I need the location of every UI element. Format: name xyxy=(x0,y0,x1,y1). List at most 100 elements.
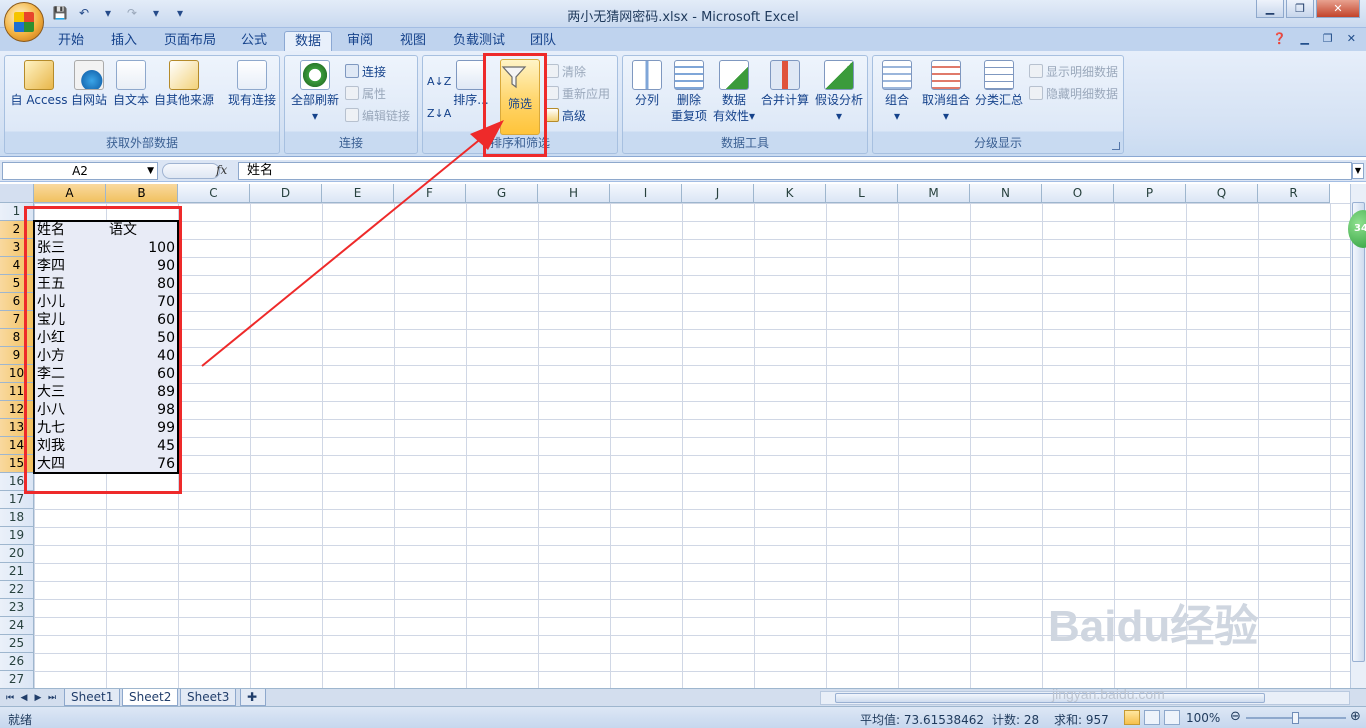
zoom-slider-knob[interactable] xyxy=(1292,712,1299,724)
prev-sheet-icon[interactable]: ◀ xyxy=(18,691,30,705)
hide-detail-button[interactable]: 隐藏明细数据 xyxy=(1029,84,1118,102)
row-header-26[interactable]: 26 xyxy=(0,653,34,671)
column-header-j[interactable]: J xyxy=(682,184,754,203)
column-header-b[interactable]: B xyxy=(106,184,178,203)
ribbon-tabs: 开始 插入 页面布局 公式 数据 审阅 视图 负载测试 团队 ❓ ▁ ❐ ✕ xyxy=(0,28,1366,52)
row-header-27[interactable]: 27 xyxy=(0,671,34,688)
group-button[interactable]: 组合 ▾ xyxy=(879,60,915,124)
row-header-22[interactable]: 22 xyxy=(0,581,34,599)
connections-button[interactable]: 连接 xyxy=(345,62,386,80)
first-sheet-icon[interactable]: ⏮ xyxy=(4,691,16,705)
row-header-23[interactable]: 23 xyxy=(0,599,34,617)
next-sheet-icon[interactable]: ▶ xyxy=(32,691,44,705)
office-button[interactable] xyxy=(4,2,44,42)
column-header-c[interactable]: C xyxy=(178,184,250,203)
row-header-19[interactable]: 19 xyxy=(0,527,34,545)
tab-data[interactable]: 数据 xyxy=(284,31,333,52)
ungroup-button[interactable]: 取消组合 ▾ xyxy=(917,60,975,124)
dialog-launcher-icon[interactable] xyxy=(1112,142,1120,150)
formula-input[interactable]: 姓名 xyxy=(238,162,1352,180)
column-header-r[interactable]: R xyxy=(1258,184,1330,203)
column-header-d[interactable]: D xyxy=(250,184,322,203)
zoom-level[interactable]: 100% xyxy=(1186,711,1220,725)
group-outline: 组合 ▾ 取消组合 ▾ 分类汇总 显示明细数据 隐藏明细数据 分级显示 xyxy=(872,55,1124,154)
row-header-20[interactable]: 20 xyxy=(0,545,34,563)
subtotal-button[interactable]: 分类汇总 xyxy=(973,60,1025,108)
ribbon-minimize-icon[interactable]: ▁ xyxy=(1300,32,1308,45)
insert-function-icon[interactable]: fx xyxy=(216,163,227,177)
column-header-e[interactable]: E xyxy=(322,184,394,203)
name-box[interactable]: A2 ▼ xyxy=(2,162,158,180)
column-header-f[interactable]: F xyxy=(394,184,466,203)
sort-desc-button[interactable]: Z↓A xyxy=(427,104,451,122)
formula-controls xyxy=(162,163,220,179)
zoom-out-icon[interactable]: ⊖ xyxy=(1230,709,1241,724)
remove-duplicates-button[interactable]: 删除 重复项 xyxy=(667,60,711,124)
chevron-down-icon: ▾ xyxy=(748,109,756,123)
close-button[interactable]: ✕ xyxy=(1316,0,1360,18)
tab-home[interactable]: 开始 xyxy=(48,31,94,52)
advanced-filter-button[interactable]: 高级 xyxy=(545,106,586,124)
data-validation-button[interactable]: 数据 有效性▾ xyxy=(711,60,757,124)
column-header-g[interactable]: G xyxy=(466,184,538,203)
ribbon-close-icon[interactable]: ✕ xyxy=(1347,32,1356,45)
column-header-a[interactable]: A xyxy=(34,184,106,203)
tab-view[interactable]: 视图 xyxy=(390,31,436,52)
sheet-tab-3[interactable]: Sheet3 xyxy=(180,689,237,706)
normal-view-button[interactable] xyxy=(1124,710,1140,725)
sheet-tab-2[interactable]: Sheet2 xyxy=(122,689,179,706)
last-sheet-icon[interactable]: ⏭ xyxy=(46,691,58,705)
page-break-view-button[interactable] xyxy=(1164,710,1180,725)
select-all-corner[interactable] xyxy=(0,184,34,203)
tab-page-layout[interactable]: 页面布局 xyxy=(154,31,226,52)
column-header-n[interactable]: N xyxy=(970,184,1042,203)
clear-filter-button[interactable]: 清除 xyxy=(545,62,586,80)
row-header-18[interactable]: 18 xyxy=(0,509,34,527)
tab-team[interactable]: 团队 xyxy=(520,31,566,52)
help-icon[interactable]: ❓ xyxy=(1273,32,1287,45)
group-rows-icon xyxy=(882,60,912,90)
minimize-button[interactable]: ▁ xyxy=(1256,0,1284,18)
tab-review[interactable]: 审阅 xyxy=(337,31,383,52)
column-header-o[interactable]: O xyxy=(1042,184,1114,203)
column-header-p[interactable]: P xyxy=(1114,184,1186,203)
refresh-all-button[interactable]: 全部刷新 ▾ xyxy=(287,60,343,124)
sort-asc-button[interactable]: A↓Z xyxy=(427,72,451,90)
from-other-sources-button[interactable]: 自其他来源 xyxy=(153,60,215,108)
column-header-q[interactable]: Q xyxy=(1186,184,1258,203)
from-text-button[interactable]: 自文本 xyxy=(111,60,151,108)
tab-insert[interactable]: 插入 xyxy=(101,31,147,52)
text-to-columns-button[interactable]: 分列 xyxy=(627,60,667,108)
tab-formulas[interactable]: 公式 xyxy=(231,31,277,52)
from-web-button[interactable]: 自网站 xyxy=(69,60,109,108)
sheet-tab-1[interactable]: Sheet1 xyxy=(64,689,121,706)
from-access-button[interactable]: 自 Access xyxy=(7,60,71,108)
column-header-l[interactable]: L xyxy=(826,184,898,203)
vertical-scrollbar[interactable] xyxy=(1350,184,1366,688)
row-header-25[interactable]: 25 xyxy=(0,635,34,653)
ribbon-restore-icon[interactable]: ❐ xyxy=(1323,32,1333,45)
existing-connections-button[interactable]: 现有连接 xyxy=(225,60,279,108)
text-file-icon xyxy=(116,60,146,90)
column-header-k[interactable]: K xyxy=(754,184,826,203)
vertical-scroll-thumb[interactable] xyxy=(1352,202,1365,662)
reapply-button[interactable]: 重新应用 xyxy=(545,84,610,102)
tab-load-test[interactable]: 负载测试 xyxy=(443,31,515,52)
status-average: 平均值: 73.61538462 xyxy=(860,713,985,727)
column-header-h[interactable]: H xyxy=(538,184,610,203)
maximize-button[interactable]: ❐ xyxy=(1286,0,1314,18)
horizontal-scroll-thumb[interactable] xyxy=(835,693,1265,703)
consolidate-button[interactable]: 合并计算 xyxy=(759,60,811,108)
insert-sheet-icon[interactable]: ✚ xyxy=(240,689,266,706)
column-header-m[interactable]: M xyxy=(898,184,970,203)
row-header-24[interactable]: 24 xyxy=(0,617,34,635)
row-header-21[interactable]: 21 xyxy=(0,563,34,581)
edit-links-button[interactable]: 编辑链接 xyxy=(345,106,410,124)
properties-button[interactable]: 属性 xyxy=(345,84,386,102)
what-if-analysis-button[interactable]: 假设分析 ▾ xyxy=(813,60,865,124)
page-layout-view-button[interactable] xyxy=(1144,710,1160,725)
show-detail-button[interactable]: 显示明细数据 xyxy=(1029,62,1118,80)
zoom-in-icon[interactable]: ⊕ xyxy=(1350,709,1361,724)
expand-formula-icon[interactable]: ▼ xyxy=(1352,163,1364,179)
column-header-i[interactable]: I xyxy=(610,184,682,203)
